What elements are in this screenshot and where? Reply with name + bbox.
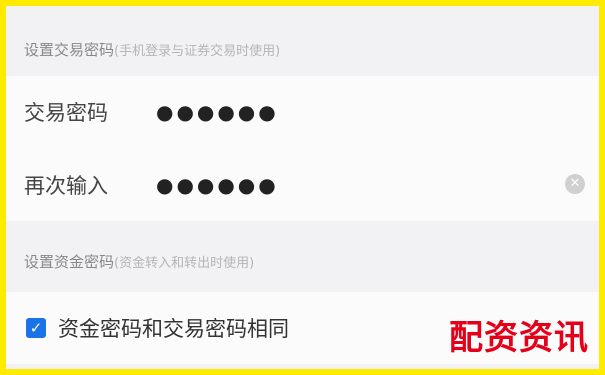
watermark-logo: 配资资讯	[449, 318, 589, 358]
fund-password-section-note: (资金转入和转出时使用)	[114, 255, 255, 271]
screen-frame: 设置交易密码 (手机登录与证券交易时使用) 交易密码 ●●●●●● 再次输入 ●…	[0, 0, 605, 375]
trade-password-section-header: 设置交易密码 (手机登录与证券交易时使用)	[6, 18, 599, 80]
confirm-password-input[interactable]: ●●●●●●	[156, 173, 279, 197]
confirm-password-row[interactable]: 再次输入 ●●●●●● ✕	[6, 148, 599, 221]
fund-password-section-title: 设置资金密码	[24, 252, 115, 271]
same-password-checkbox[interactable]: ✓	[26, 318, 46, 338]
same-password-label: 资金密码和交易密码相同	[58, 317, 289, 341]
trade-password-label: 交易密码	[24, 101, 108, 125]
trade-password-row[interactable]: 交易密码 ●●●●●●	[6, 76, 599, 149]
trade-password-section-title: 设置交易密码	[24, 40, 115, 59]
trade-password-section-note: (手机登录与证券交易时使用)	[114, 43, 281, 59]
fund-password-section-header: 设置资金密码 (资金转入和转出时使用)	[6, 230, 599, 292]
clear-icon[interactable]: ✕	[565, 174, 585, 194]
trade-password-input[interactable]: ●●●●●●	[156, 100, 279, 124]
confirm-password-label: 再次输入	[24, 173, 108, 198]
